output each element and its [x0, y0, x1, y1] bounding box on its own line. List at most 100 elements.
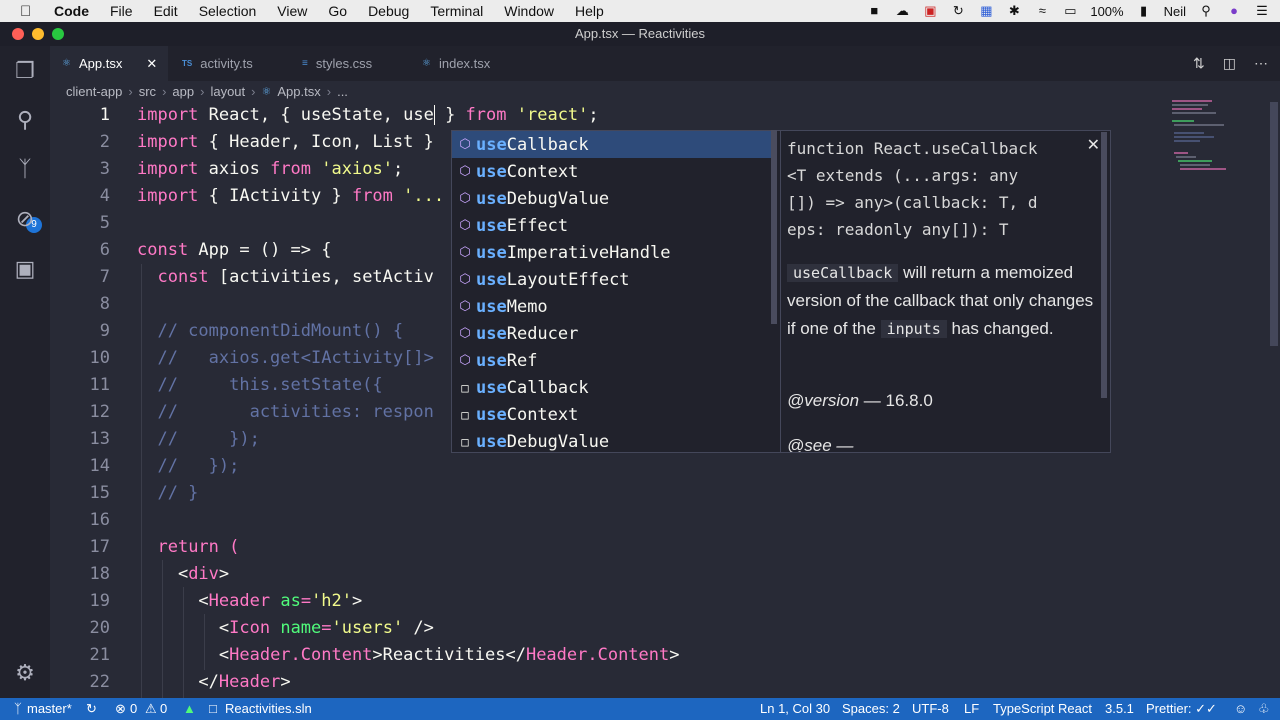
- menu-code[interactable]: Code: [54, 3, 89, 19]
- menu-edit[interactable]: Edit: [154, 3, 178, 19]
- code-line-12[interactable]: // activities: respon: [137, 402, 433, 422]
- code-line-17[interactable]: return (: [137, 537, 239, 557]
- airplay-icon[interactable]: ▭: [1062, 4, 1078, 18]
- menu-go[interactable]: Go: [328, 3, 347, 19]
- debug-icon[interactable]: ⊘: [12, 206, 38, 232]
- git-branch[interactable]: master*: [27, 698, 72, 720]
- source-control-icon[interactable]: ᛉ: [12, 156, 38, 182]
- suggestion-item[interactable]: ⬡ use LayoutEffect: [452, 266, 772, 293]
- suggestion-item[interactable]: ⬡ use Context: [452, 158, 772, 185]
- tab-index-tsx[interactable]: ⚛ index.tsx: [410, 46, 528, 81]
- code-line-13[interactable]: // });: [137, 429, 259, 449]
- breadcrumb-item[interactable]: app: [172, 84, 194, 99]
- suggestion-item[interactable]: ⬡ use Effect: [452, 212, 772, 239]
- code-line-20[interactable]: <Icon name='users' />: [137, 618, 434, 638]
- details-scrollbar[interactable]: [1101, 132, 1107, 398]
- typescript-version[interactable]: 3.5.1: [1105, 698, 1134, 720]
- code-line-19[interactable]: <Header as='h2'>: [137, 591, 362, 611]
- search-icon[interactable]: ⚲: [12, 107, 38, 133]
- see-label: @see —: [787, 436, 854, 453]
- tab-styles-css[interactable]: ≡ styles.css: [290, 46, 408, 81]
- suggestion-item[interactable]: ⬡ use DebugValue: [452, 185, 772, 212]
- apple-icon[interactable]: : [20, 3, 36, 20]
- breadcrumb-item[interactable]: src: [139, 84, 156, 99]
- close-window-button[interactable]: [12, 28, 24, 40]
- code-line-21[interactable]: <Header.Content>Reactivities</Header.Con…: [137, 645, 680, 665]
- code-line-2[interactable]: import { Header, Icon, List }: [137, 132, 434, 152]
- solution-file[interactable]: Reactivities.sln: [225, 698, 312, 720]
- flame-icon[interactable]: ▲: [183, 698, 196, 720]
- minimize-window-button[interactable]: [32, 28, 44, 40]
- breadcrumb-item[interactable]: ...: [337, 84, 348, 99]
- language-mode[interactable]: TypeScript React: [993, 698, 1092, 720]
- suggestions-scrollbar[interactable]: [771, 130, 777, 324]
- menu-debug[interactable]: Debug: [368, 3, 409, 19]
- grid-app-icon[interactable]: ▦: [978, 4, 994, 18]
- code-line-22[interactable]: </Header>: [137, 672, 290, 692]
- code-line-14[interactable]: // });: [137, 456, 239, 476]
- code-line-6[interactable]: const App = () => {: [137, 240, 331, 260]
- notifications-bell-icon[interactable]: ♧: [1258, 698, 1270, 720]
- code-line-3[interactable]: import axios from 'axios';: [137, 159, 403, 179]
- warning-count[interactable]: 0: [160, 698, 167, 720]
- wifi-icon[interactable]: ≈: [1034, 4, 1050, 18]
- prettier-status[interactable]: Prettier: ✓✓: [1146, 698, 1217, 720]
- explorer-icon[interactable]: ❐: [12, 58, 38, 84]
- cloud-icon[interactable]: ☁: [894, 4, 910, 18]
- time-machine-icon[interactable]: ↻: [950, 4, 966, 18]
- suggestion-item[interactable]: ⬡ use ImperativeHandle: [452, 239, 772, 266]
- close-icon[interactable]: ✕: [1087, 135, 1100, 155]
- code-line-1[interactable]: import React, { useState, use } from 're…: [137, 105, 599, 125]
- close-tab-icon[interactable]: ✕: [146, 56, 157, 72]
- code-line-7[interactable]: const [activities, setActiv: [137, 267, 433, 287]
- battery-icon[interactable]: ▮: [1136, 4, 1152, 18]
- feedback-smiley-icon[interactable]: ☺: [1234, 698, 1247, 720]
- encoding[interactable]: UTF-8: [912, 698, 949, 720]
- code-line-9[interactable]: // componentDidMount() {: [137, 321, 403, 341]
- code-line-10[interactable]: // axios.get<IActivity[]>: [137, 348, 433, 368]
- line-ending[interactable]: LF: [964, 698, 979, 720]
- more-actions-icon[interactable]: ⋯: [1254, 55, 1268, 72]
- cursor-position[interactable]: Ln 1, Col 30: [760, 698, 830, 720]
- sync-icon[interactable]: ↻: [86, 698, 97, 720]
- code-token: return: [157, 537, 219, 557]
- breadcrumb-item[interactable]: App.tsx: [277, 84, 320, 99]
- suggestion-item[interactable]: ⬡ use Reducer: [452, 320, 772, 347]
- record-icon[interactable]: ▣: [922, 4, 938, 18]
- menu-help[interactable]: Help: [575, 3, 604, 19]
- open-changes-icon[interactable]: ⇅: [1193, 55, 1205, 72]
- menu-window[interactable]: Window: [504, 3, 554, 19]
- code-line-15[interactable]: // }: [137, 483, 198, 503]
- suggestion-item[interactable]: ⬡ use Memo: [452, 293, 772, 320]
- breadcrumb-item[interactable]: client-app: [66, 84, 122, 99]
- breadcrumb-item[interactable]: layout: [210, 84, 245, 99]
- zoom-window-button[interactable]: [52, 28, 64, 40]
- menu-selection[interactable]: Selection: [199, 3, 257, 19]
- siri-icon[interactable]: ●: [1226, 4, 1242, 18]
- suggestion-item[interactable]: □ use Context: [452, 401, 772, 428]
- code-line-11[interactable]: // this.setState({: [137, 375, 382, 395]
- code-line-4[interactable]: import { IActivity } from '...: [137, 186, 444, 206]
- tab-activity-ts[interactable]: TS activity.ts: [170, 46, 288, 81]
- split-editor-icon[interactable]: ◫: [1223, 55, 1236, 72]
- notification-center-icon[interactable]: ☰: [1254, 4, 1270, 18]
- user-name[interactable]: Neil: [1164, 4, 1186, 19]
- spotlight-search-icon[interactable]: ⚲: [1198, 4, 1214, 18]
- menu-terminal[interactable]: Terminal: [430, 3, 483, 19]
- error-count[interactable]: 0: [130, 698, 137, 720]
- indentation[interactable]: Spaces: 2: [842, 698, 900, 720]
- suggestion-item[interactable]: ⬡ use Ref: [452, 347, 772, 374]
- suggestion-item[interactable]: □ use DebugValue: [452, 428, 772, 455]
- settings-gear-icon[interactable]: ⚙: [12, 660, 38, 686]
- status-app-icon[interactable]: ■: [866, 4, 882, 18]
- code-line-18[interactable]: <div>: [137, 564, 229, 584]
- editor-scrollbar[interactable]: [1270, 102, 1278, 346]
- suggestion-item[interactable]: □ use Callback: [452, 374, 772, 401]
- bluetooth-icon[interactable]: ✱: [1006, 4, 1022, 18]
- menu-view[interactable]: View: [277, 3, 307, 19]
- suggestion-item[interactable]: ⬡ use Callback: [452, 131, 772, 158]
- menu-file[interactable]: File: [110, 3, 133, 19]
- minimap[interactable]: [1170, 100, 1265, 180]
- tab-app-tsx[interactable]: ⚛ App.tsx ✕: [50, 46, 168, 81]
- extensions-icon[interactable]: ▣: [12, 256, 38, 282]
